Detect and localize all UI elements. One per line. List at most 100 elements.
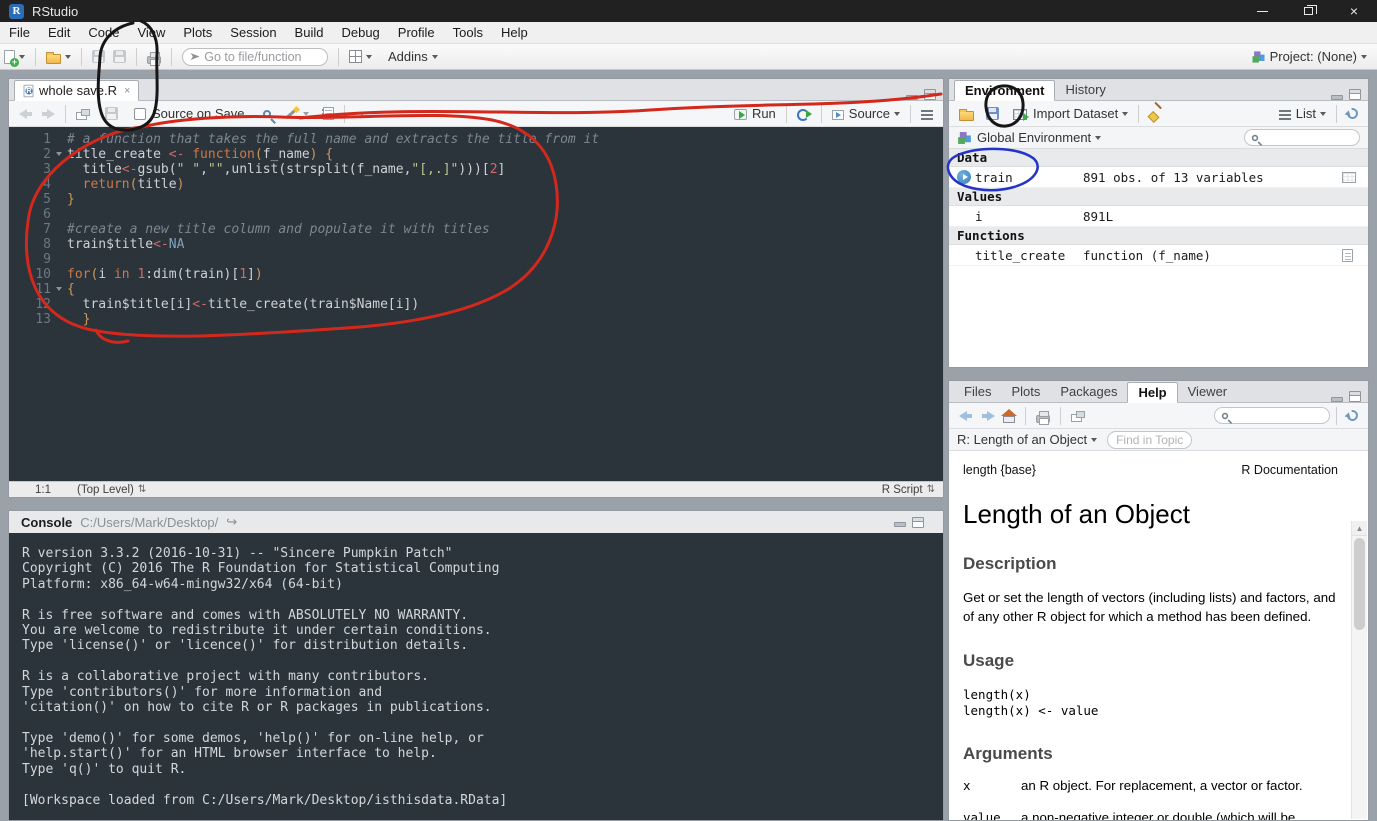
- help-popout-button[interactable]: [1067, 404, 1086, 428]
- env-object-train[interactable]: train 891 obs. of 13 variables: [949, 167, 1368, 188]
- tab-environment[interactable]: Environment: [954, 80, 1056, 101]
- list-view-button[interactable]: List: [1275, 102, 1330, 126]
- new-file-button[interactable]: [0, 45, 29, 69]
- environment-tab-bar: Environment History: [949, 79, 1368, 101]
- help-refresh-button[interactable]: [1343, 404, 1362, 428]
- import-dataset-button[interactable]: Import Dataset: [1009, 102, 1132, 126]
- menu-debug[interactable]: Debug: [332, 22, 388, 44]
- expand-object-icon[interactable]: [957, 170, 971, 184]
- open-file-button[interactable]: [42, 45, 75, 69]
- tab-files[interactable]: Files: [954, 381, 1001, 402]
- help-search-input[interactable]: [1214, 407, 1330, 424]
- file-type-selector[interactable]: R Script ⇅: [882, 484, 935, 496]
- find-replace-button[interactable]: [259, 102, 275, 126]
- import-dataset-label: Import Dataset: [1033, 106, 1119, 121]
- find-in-topic-placeholder: Find in Topic: [1116, 432, 1184, 447]
- menu-session[interactable]: Session: [221, 22, 285, 44]
- tab-packages[interactable]: Packages: [1050, 381, 1127, 402]
- pane-maximize-icon[interactable]: [1349, 89, 1361, 100]
- source-button[interactable]: Source: [828, 102, 904, 126]
- argument-name: x: [963, 778, 971, 794]
- help-forward-button[interactable]: [977, 404, 999, 428]
- minimize-button[interactable]: [1239, 0, 1285, 22]
- goto-file-function-input[interactable]: ➤ Go to file/function: [182, 47, 328, 66]
- menu-help[interactable]: Help: [492, 22, 537, 44]
- print-button[interactable]: [143, 45, 165, 69]
- environment-search-input[interactable]: [1244, 129, 1360, 146]
- pane-minimize-icon[interactable]: [1331, 94, 1343, 100]
- tab-plots[interactable]: Plots: [1001, 381, 1050, 402]
- console-popout-icon[interactable]: ↪: [226, 514, 237, 530]
- env-object-title_create[interactable]: title_create function (f_name): [949, 245, 1368, 266]
- menu-edit[interactable]: Edit: [39, 22, 79, 44]
- scrollbar-thumb[interactable]: [1354, 538, 1365, 630]
- refresh-environment-button[interactable]: [1343, 102, 1362, 126]
- view-data-grid-icon[interactable]: [1342, 171, 1356, 183]
- view-function-icon[interactable]: [1342, 248, 1353, 262]
- save-workspace-button[interactable]: [982, 102, 1003, 126]
- tab-help[interactable]: Help: [1127, 382, 1178, 403]
- workspace-panes-button[interactable]: [345, 45, 376, 69]
- document-outline-button[interactable]: [917, 102, 937, 126]
- global-environment-selector[interactable]: Global Environment: [957, 126, 1102, 150]
- menu-view[interactable]: View: [128, 22, 174, 44]
- menu-build[interactable]: Build: [286, 22, 333, 44]
- menu-plots[interactable]: Plots: [174, 22, 221, 44]
- editor-tab-whole-save[interactable]: whole save.R ×: [14, 80, 140, 101]
- save-button[interactable]: [88, 45, 109, 69]
- menu-tools[interactable]: Tools: [444, 22, 492, 44]
- addins-button[interactable]: Addins: [384, 45, 442, 69]
- menu-code[interactable]: Code: [79, 22, 128, 44]
- line-number: 8: [43, 237, 51, 252]
- tab-history[interactable]: History: [1055, 79, 1115, 100]
- rstudio-logo-icon: R: [9, 3, 24, 19]
- more-options-button[interactable]: [351, 102, 369, 126]
- source-on-save-checkbox[interactable]: Source on Save: [130, 102, 249, 126]
- checkbox-icon: [134, 107, 146, 120]
- pane-minimize-icon[interactable]: [1331, 396, 1343, 402]
- help-home-button[interactable]: [999, 404, 1019, 428]
- code-editor[interactable]: 1 # a function that takes the full name a…: [9, 127, 943, 481]
- run-button[interactable]: Run: [730, 102, 780, 126]
- cursor-position: 1:1: [35, 483, 51, 496]
- tab-viewer[interactable]: Viewer: [1178, 381, 1238, 402]
- scope-selector[interactable]: (Top Level) ⇅: [77, 484, 146, 496]
- fold-arrow-icon[interactable]: [56, 152, 62, 156]
- fold-arrow-icon[interactable]: [56, 287, 62, 291]
- env-object-i[interactable]: i 891L: [949, 206, 1368, 227]
- save-source-button[interactable]: [101, 102, 122, 126]
- nav-back-button[interactable]: [15, 102, 37, 126]
- project-menu-button[interactable]: Project: (None): [1251, 49, 1367, 64]
- restore-button[interactable]: [1285, 0, 1331, 22]
- nav-forward-button[interactable]: [37, 102, 59, 126]
- find-in-topic-input[interactable]: Find in Topic: [1107, 430, 1193, 449]
- pane-minimize-icon[interactable]: [906, 94, 918, 100]
- console-text: R version 3.3.2 (2016-10-31) -- "Sincere…: [22, 546, 508, 808]
- pane-maximize-icon[interactable]: [1349, 391, 1361, 402]
- pane-minimize-icon[interactable]: [894, 522, 906, 527]
- rerun-button[interactable]: [793, 102, 815, 126]
- compile-report-button[interactable]: [319, 102, 338, 126]
- menu-profile[interactable]: Profile: [389, 22, 444, 44]
- toolbar-separator: [136, 47, 137, 66]
- help-topic-selector[interactable]: R: Length of an Object: [957, 428, 1098, 452]
- show-in-new-window-button[interactable]: [72, 102, 91, 126]
- project-caret-icon: [1361, 54, 1367, 59]
- code-line: 7 #create a new title column and populate…: [9, 222, 943, 237]
- pane-maximize-icon[interactable]: [924, 89, 936, 100]
- console-output[interactable]: R version 3.3.2 (2016-10-31) -- "Sincere…: [9, 533, 943, 820]
- pane-maximize-icon[interactable]: [912, 516, 924, 528]
- close-button[interactable]: ×: [1331, 0, 1377, 22]
- scrollbar-up-icon[interactable]: ▲: [1352, 521, 1367, 536]
- refresh-icon: [1344, 407, 1361, 424]
- home-icon: [1001, 408, 1017, 423]
- save-all-button[interactable]: [109, 45, 130, 69]
- tab-close-icon[interactable]: ×: [124, 85, 130, 97]
- menu-file[interactable]: File: [0, 22, 39, 44]
- code-tools-button[interactable]: [281, 102, 313, 126]
- help-back-button[interactable]: [955, 404, 977, 428]
- load-workspace-button[interactable]: [955, 102, 978, 126]
- help-scrollbar[interactable]: ▲: [1351, 521, 1367, 819]
- help-print-button[interactable]: [1032, 404, 1054, 428]
- clear-workspace-button[interactable]: [1145, 102, 1167, 126]
